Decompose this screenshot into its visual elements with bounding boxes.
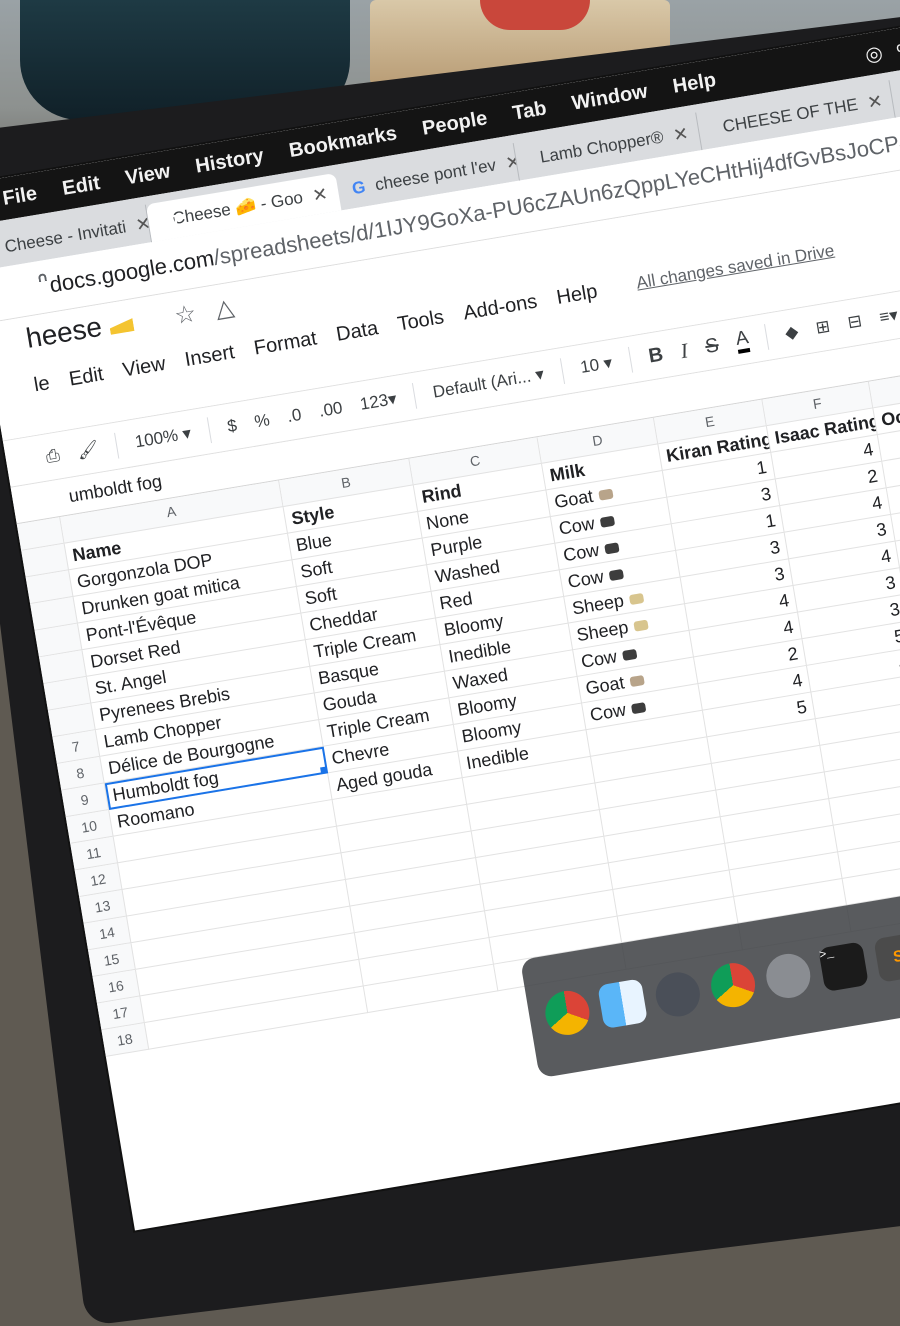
row-number[interactable]: 18 [101, 1022, 150, 1057]
laptop-screen: File Edit View History Bookmarks People … [0, 19, 900, 1231]
close-icon[interactable]: ✕ [311, 183, 329, 206]
menu-edit[interactable]: Edit [67, 363, 105, 391]
save-status[interactable]: All changes saved in Drive [635, 241, 836, 297]
fill-color-icon[interactable]: ◆ [784, 322, 800, 344]
milk-text: Cow [557, 513, 597, 539]
milk-text: Cow [588, 699, 628, 726]
paint-format-icon[interactable]: 🖌 [76, 439, 101, 462]
creative-cloud-icon[interactable]: ∞ [894, 35, 900, 62]
terminal-icon[interactable]: >_ [818, 941, 869, 993]
globe-icon [711, 121, 715, 137]
chrome-icon[interactable] [542, 987, 593, 1039]
strikethrough-button[interactable]: S [704, 334, 721, 359]
milk-text: Cow [566, 566, 606, 592]
system-preferences-icon[interactable] [762, 950, 814, 1002]
menu-file[interactable]: File [1, 182, 39, 210]
font-size-select[interactable]: 10 ▾ [579, 353, 614, 378]
sheep-icon [633, 619, 649, 632]
align-icon[interactable]: ≡▾ [878, 305, 900, 328]
menu-help[interactable]: Help [555, 280, 599, 309]
menu-view[interactable]: View [124, 160, 172, 190]
menu-tab[interactable]: Tab [511, 97, 548, 125]
text-color-button[interactable]: A [734, 327, 751, 354]
close-icon[interactable]: ✕ [672, 123, 690, 146]
menu-window[interactable]: Window [570, 80, 649, 115]
font-size-value: 10 [578, 355, 601, 377]
finder-icon[interactable] [597, 978, 648, 1029]
sublime-text-icon[interactable]: S [873, 932, 900, 983]
menu-view[interactable]: View [121, 353, 167, 383]
cow-icon [608, 569, 625, 582]
milk-text: Goat [584, 672, 626, 699]
menu-tools[interactable]: Tools [396, 306, 446, 336]
move-to-drive-icon[interactable]: △ [213, 293, 236, 325]
cow-icon [599, 515, 616, 529]
cow-icon [622, 649, 638, 662]
font-value: Default (Ari... [431, 366, 533, 402]
menu-history[interactable]: History [194, 144, 266, 178]
status-icon[interactable]: ◎ [863, 40, 884, 68]
milk-text: Cow [579, 646, 619, 672]
cheese-icon [108, 315, 134, 335]
google-icon: G [350, 177, 367, 199]
currency-button[interactable]: $ [226, 416, 239, 437]
toolbar-divider [412, 382, 418, 409]
cow-icon [604, 542, 620, 555]
lock-icon [37, 281, 39, 294]
title-icons: ☆ △ [172, 293, 236, 332]
background-ornament [480, 0, 590, 30]
milk-text: Cow [561, 539, 601, 566]
borders-icon[interactable]: ⊞ [814, 316, 831, 338]
toolbar-divider [206, 417, 212, 444]
toolbar-divider [559, 358, 565, 385]
toolbar-divider [764, 323, 770, 350]
launchpad-icon[interactable] [652, 969, 704, 1020]
goat-icon [598, 488, 614, 501]
star-icon[interactable]: ☆ [172, 299, 198, 331]
menu-addons[interactable]: Add-ons [462, 291, 539, 326]
menu-data[interactable]: Data [335, 317, 380, 347]
toolbar-divider [114, 432, 120, 459]
chrome-icon[interactable] [707, 959, 759, 1011]
menu-edit[interactable]: Edit [61, 172, 102, 201]
increase-decimal-button[interactable]: .00 [317, 398, 344, 422]
cow-icon [630, 702, 647, 715]
sheep-icon [628, 593, 645, 606]
zoom-value: 100% [133, 425, 180, 452]
bold-button[interactable]: B [647, 343, 665, 368]
toolbar-divider [627, 346, 634, 373]
percent-button[interactable]: % [253, 410, 271, 432]
menubar-status: ◎ ∞ [863, 35, 900, 67]
milk-text: Goat [552, 485, 595, 513]
print-icon[interactable]: ⎙ [45, 445, 62, 467]
goat-icon [629, 675, 645, 688]
doc-title-text: heese [23, 310, 105, 354]
more-formats-button[interactable]: 123▾ [359, 389, 399, 415]
menu-format[interactable]: Format [252, 327, 318, 360]
italic-button[interactable]: I [679, 338, 690, 364]
site-icon [528, 151, 532, 168]
close-icon[interactable]: ✕ [866, 90, 884, 113]
font-select[interactable]: Default (Ari... ▾ [431, 364, 545, 402]
zoom-select[interactable]: 100% ▾ [133, 423, 192, 452]
menu-help[interactable]: Help [671, 68, 718, 98]
merge-cells-icon[interactable]: ⊟ [846, 311, 863, 333]
decrease-decimal-button[interactable]: .0 [286, 405, 303, 427]
more-formats-label: 123 [358, 390, 390, 414]
menu-people[interactable]: People [420, 107, 488, 141]
menu-insert[interactable]: Insert [183, 341, 236, 372]
menu-file[interactable]: le [32, 372, 51, 397]
sheets-icon [161, 210, 165, 232]
